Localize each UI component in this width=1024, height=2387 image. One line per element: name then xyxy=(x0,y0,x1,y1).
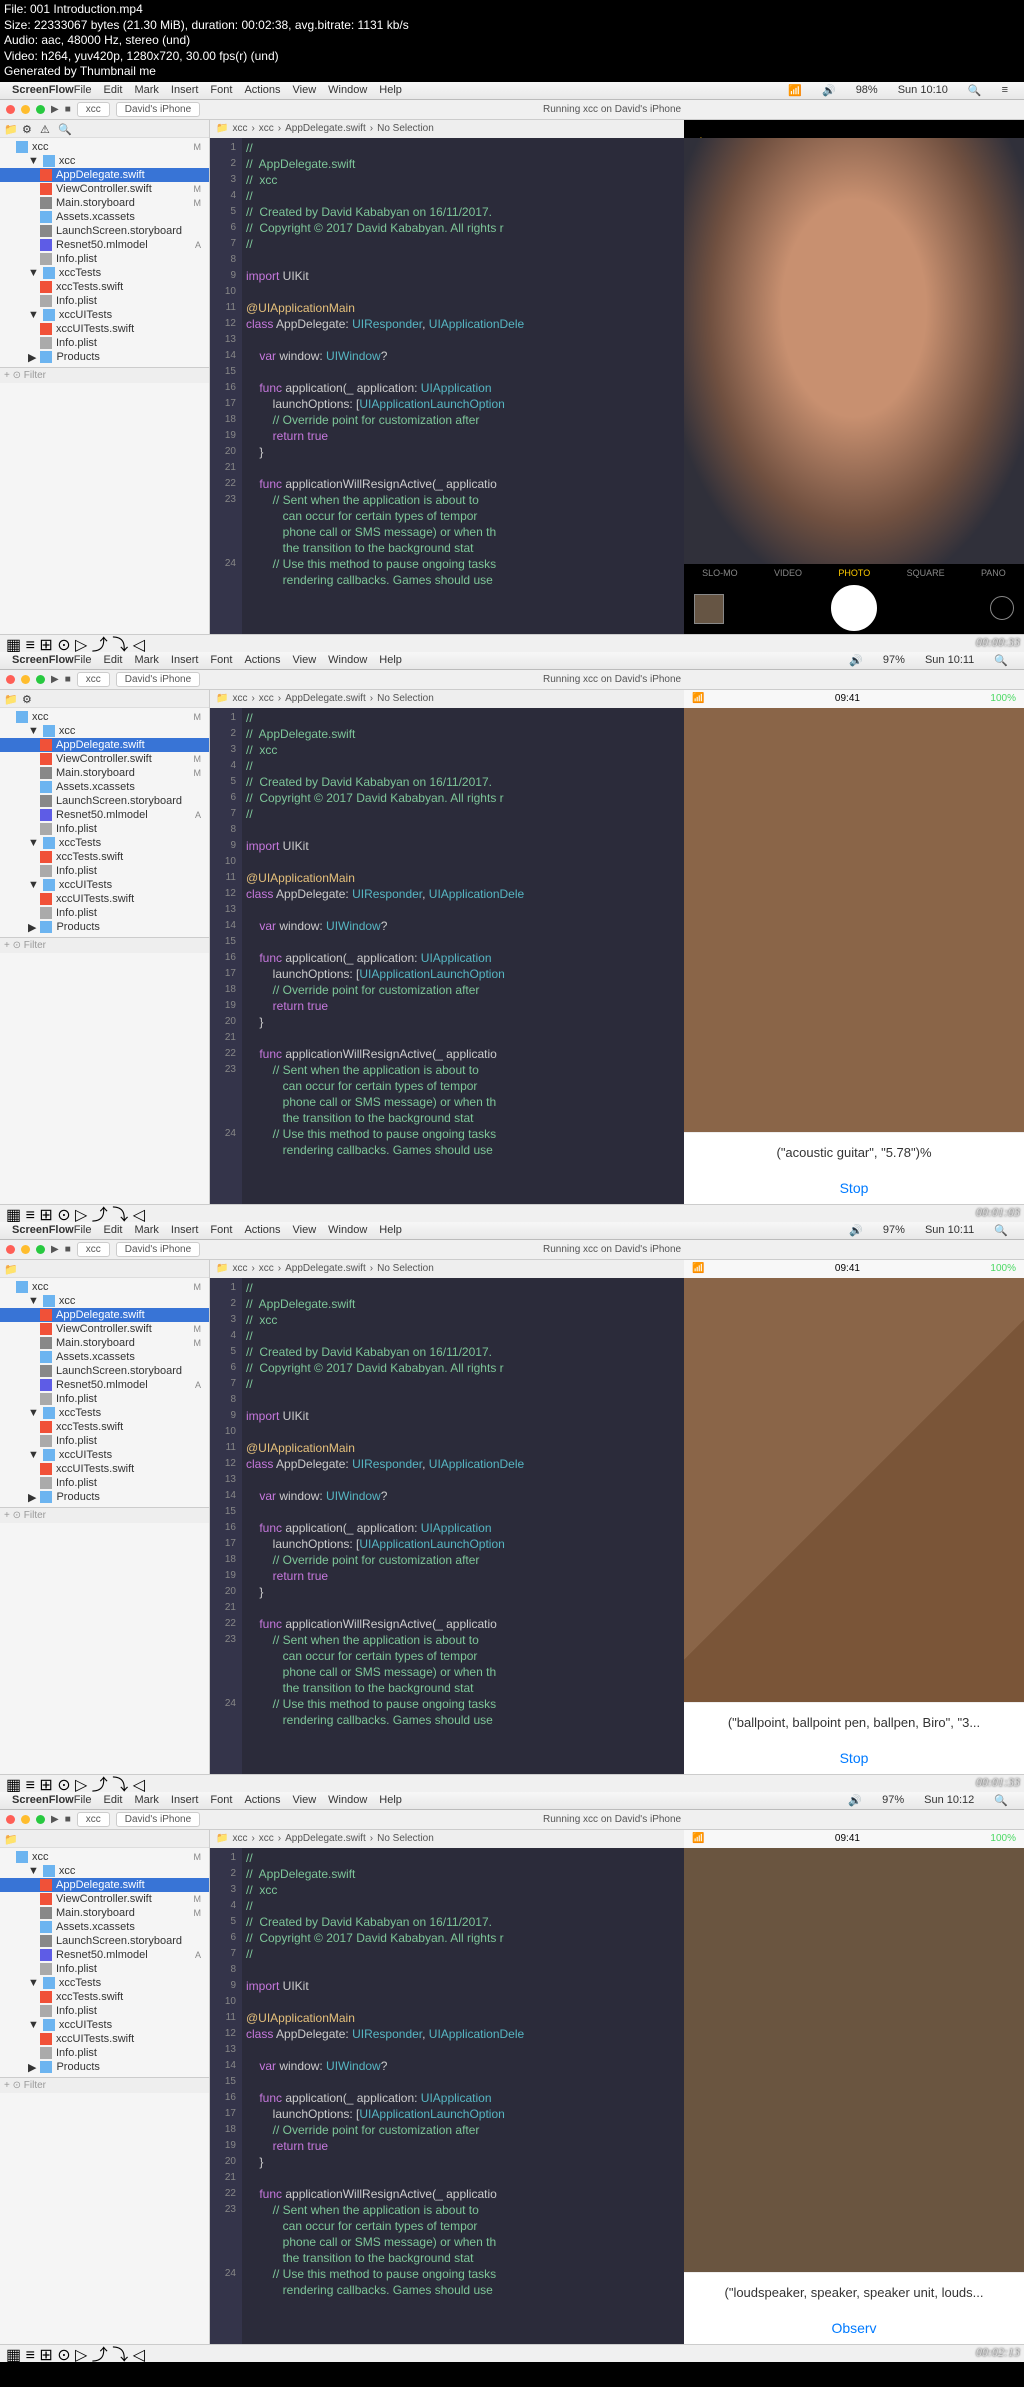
project-navigator: 📁⚙⚠🔍 xccM ▼xcc AppDelegate.swift ViewCon… xyxy=(0,120,210,634)
iphone-ml-app: 📶09:41100% ("acoustic guitar", "5.78")% … xyxy=(684,690,1024,1204)
thumbnail-frame-2: ScreenFlowFileEditMarkInsertFontActionsV… xyxy=(0,652,1024,1222)
thumbnail-frame-4: ScreenFlowFileEditMarkInsertFontActionsV… xyxy=(0,1792,1024,2362)
stop-button[interactable]: ■ xyxy=(65,104,71,115)
ml-prediction-label: ("acoustic guitar", "5.78")% xyxy=(684,1132,1024,1172)
minimize-button[interactable] xyxy=(21,105,30,114)
stop-button[interactable]: Stop xyxy=(684,1172,1024,1204)
timestamp: 00:00:33 xyxy=(976,635,1020,650)
run-button[interactable]: ▶ xyxy=(51,104,59,115)
app-name[interactable]: ScreenFlow xyxy=(12,84,74,96)
ml-camera-view xyxy=(684,708,1024,1132)
activity-status: Running xcc on David's iPhone xyxy=(543,104,681,115)
source-code[interactable]: // // AppDelegate.swift // xcc // // Cre… xyxy=(242,138,684,634)
shutter-button[interactable] xyxy=(831,585,877,631)
close-button[interactable] xyxy=(6,105,15,114)
iphone-camera: ⚡HDR⊙◐ SLO-MOVIDEOPHOTOSQUAREPANO xyxy=(684,120,1024,634)
device-selector[interactable]: David's iPhone xyxy=(116,102,200,117)
stop-button[interactable]: Stop xyxy=(684,1742,1024,1774)
macos-menubar: ScreenFlow FileEditMarkInsertFontActions… xyxy=(0,82,1024,100)
observe-button[interactable]: Observ xyxy=(684,2312,1024,2344)
ml-camera-view-sunglasses xyxy=(684,1848,1024,2272)
last-photo-thumb[interactable] xyxy=(694,594,724,624)
debug-bar: ▦ ≡ ⊞ ⊙ ▷ ⤴ ⤵ ◁ xyxy=(0,634,1024,652)
jump-bar[interactable]: 📁xcc›xcc›AppDelegate.swift›No Selection xyxy=(210,120,684,138)
thumbnail-frame-1: ScreenFlow FileEditMarkInsertFontActions… xyxy=(0,82,1024,652)
ml-prediction-label: ("ballpoint, ballpoint pen, ballpen, Bir… xyxy=(684,1702,1024,1742)
xcode-toolbar: ▶ ■ xcc David's iPhone Running xcc on Dav… xyxy=(0,100,1024,120)
project-root[interactable]: xccM xyxy=(0,140,209,154)
ml-camera-view-pen xyxy=(684,1278,1024,1702)
video-metadata: File: 001 Introduction.mp4 Size: 2233306… xyxy=(0,0,1024,82)
file-appdelegate[interactable]: AppDelegate.swift xyxy=(0,168,209,182)
code-editor[interactable]: 📁xcc›xcc›AppDelegate.swift›No Selection … xyxy=(210,120,684,634)
camera-viewfinder xyxy=(684,138,1024,564)
camera-modes[interactable]: SLO-MOVIDEOPHOTOSQUAREPANO xyxy=(684,564,1024,582)
thumbnail-frame-3: ScreenFlowFileEditMarkInsertFontActionsV… xyxy=(0,1222,1024,1792)
scheme-selector[interactable]: xcc xyxy=(77,102,110,117)
ml-prediction-label: ("loudspeaker, speaker, speaker unit, lo… xyxy=(684,2272,1024,2312)
zoom-button[interactable] xyxy=(36,105,45,114)
camera-swap-icon[interactable] xyxy=(990,596,1014,620)
